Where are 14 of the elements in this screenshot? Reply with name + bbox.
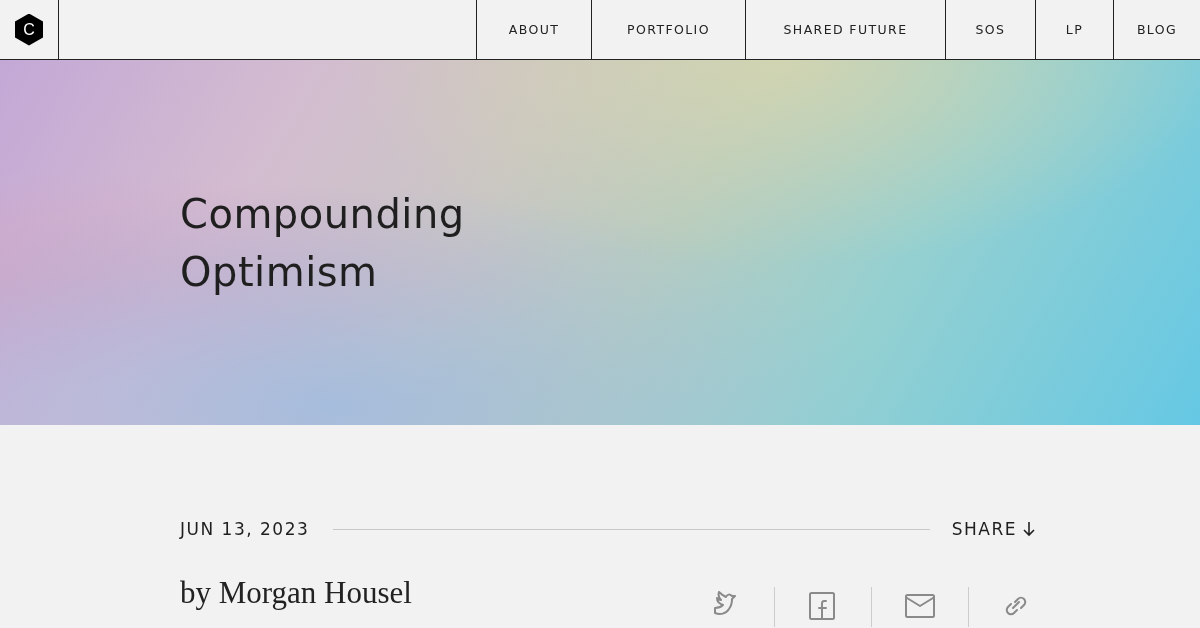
publish-date: JUN 13, 2023 [180,519,310,539]
arrow-down-icon [1023,521,1035,537]
nav-link[interactable]: ABOUT [476,0,591,59]
share-link[interactable]: SHARE [951,519,1035,539]
facebook-icon[interactable] [808,591,838,621]
nav-link[interactable]: LP [1035,0,1113,59]
author-byline: by Morgan Housel [180,575,412,612]
nav-link[interactable]: BLOG [1113,0,1200,59]
nav-link[interactable]: SOS [945,0,1035,59]
nav-link[interactable]: SHARED FUTURE [745,0,945,59]
logo-badge[interactable]: C [15,13,43,46]
mail-icon[interactable] [905,591,935,621]
article-title: Compounding Optimism [180,189,465,297]
nav-link[interactable]: PORTFOLIO [591,0,745,59]
